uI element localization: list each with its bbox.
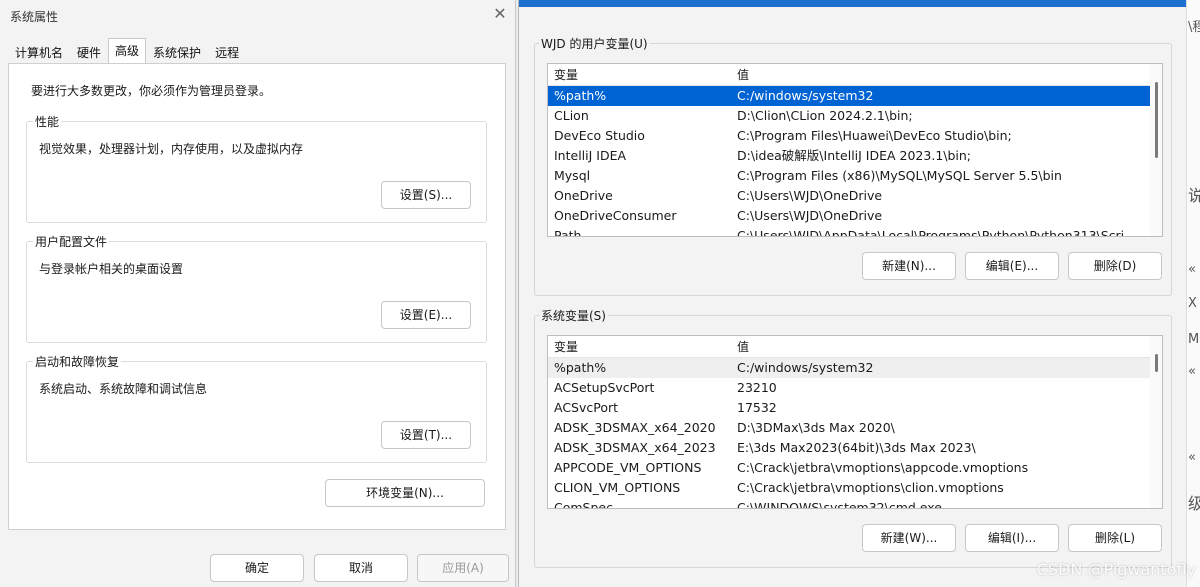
- tab-system-protection[interactable]: 系统保护: [146, 40, 208, 64]
- system-var-row[interactable]: ADSK_3DSMAX_x64_2023 E:\3ds Max2023(64bit…: [548, 438, 1162, 458]
- startup-recovery-settings-button[interactable]: 设置(T)...: [381, 421, 471, 449]
- system-new-button[interactable]: 新建(W)...: [862, 524, 956, 552]
- user-profiles-group: 用户配置文件 与登录帐户相关的桌面设置 设置(E)...: [26, 233, 487, 343]
- user-var-row[interactable]: DevEco Studio C:\Program Files\Huawei\Dev…: [548, 126, 1162, 146]
- system-variables-list[interactable]: 变量 值 %path% C:/windows/system32 ACSetupSv…: [547, 335, 1163, 509]
- system-list-scrollbar[interactable]: [1150, 336, 1162, 508]
- title-bar-accent: [519, 0, 1187, 7]
- tab-remote[interactable]: 远程: [208, 40, 246, 64]
- admin-note: 要进行大多数更改，你必须作为管理员登录。: [31, 84, 272, 98]
- system-var-row[interactable]: ComSpec C:\WINDOWS\system32\cmd.exe: [548, 498, 1162, 508]
- user-var-row[interactable]: CLion D:\Clion\CLion 2024.2.1\bin;: [548, 106, 1162, 126]
- user-var-row[interactable]: Mysql C:\Program Files (x86)\MySQL\MySQL …: [548, 166, 1162, 186]
- tab-computer-name[interactable]: 计算机名: [8, 40, 70, 64]
- col-variable-header[interactable]: 变量: [548, 64, 731, 85]
- system-var-row[interactable]: ADSK_3DSMAX_x64_2020 D:\3DMax\3ds Max 202…: [548, 418, 1162, 438]
- system-edit-button[interactable]: 编辑(I)...: [965, 524, 1059, 552]
- performance-title: 性能: [33, 113, 62, 130]
- system-var-row[interactable]: ACSvcPort 17532: [548, 398, 1162, 418]
- col-value-header[interactable]: 值: [731, 64, 1162, 85]
- performance-settings-button[interactable]: 设置(S)...: [381, 181, 471, 209]
- user-edit-button[interactable]: 编辑(E)...: [965, 252, 1059, 280]
- tab-strip: 计算机名 硬件 高级 系统保护 远程: [8, 38, 246, 64]
- system-list-header: 变量 值: [548, 336, 1162, 358]
- user-list-header: 变量 值: [548, 64, 1162, 86]
- col-value-header[interactable]: 值: [731, 336, 1162, 357]
- system-properties-dialog: 系统属性 ✕ 计算机名 硬件 高级 系统保护 远程 要进行大多数更改，你必须作为…: [0, 0, 516, 587]
- system-delete-button[interactable]: 删除(L): [1068, 524, 1162, 552]
- performance-group: 性能 视觉效果，处理器计划，内存使用，以及虚拟内存 设置(S)...: [26, 113, 487, 223]
- advanced-panel: 要进行大多数更改，你必须作为管理员登录。 性能 视觉效果，处理器计划，内存使用，…: [8, 63, 506, 530]
- user-profiles-desc: 与登录帐户相关的桌面设置: [39, 262, 184, 276]
- environment-variables-button[interactable]: 环境变量(N)...: [325, 479, 485, 507]
- user-var-row[interactable]: OneDriveConsumer C:\Users\WJD\OneDrive: [548, 206, 1162, 226]
- performance-desc: 视觉效果，处理器计划，内存使用，以及虚拟内存: [39, 142, 304, 156]
- side-fragment: «: [1188, 364, 1196, 379]
- side-fragment: «: [1188, 450, 1196, 465]
- user-profiles-title: 用户配置文件: [33, 233, 110, 250]
- startup-recovery-group: 启动和故障恢复 系统启动、系统故障和调试信息 设置(T)...: [26, 353, 487, 463]
- user-list-scroll-thumb[interactable]: [1155, 82, 1158, 158]
- system-variables-title: 系统变量(S): [539, 307, 608, 324]
- user-var-row[interactable]: %path% C:/windows/system32: [548, 86, 1162, 106]
- side-fragment: Me: [1188, 332, 1200, 347]
- cancel-button[interactable]: 取消: [314, 554, 408, 582]
- user-var-row[interactable]: OneDrive C:\Users\WJD\OneDrive: [548, 186, 1162, 206]
- side-fragment: \程: [1188, 20, 1200, 35]
- user-list-scrollbar[interactable]: [1150, 64, 1162, 236]
- side-fragment: X: [1188, 296, 1197, 311]
- system-var-row[interactable]: APPCODE_VM_OPTIONS C:\Crack\jetbra\vmopti…: [548, 458, 1162, 478]
- side-fragment: «: [1188, 262, 1196, 277]
- system-var-row[interactable]: %path% C:/windows/system32: [548, 358, 1162, 378]
- side-fragment: 级: [1188, 490, 1200, 514]
- user-profiles-settings-button[interactable]: 设置(E)...: [381, 301, 471, 329]
- system-var-row[interactable]: CLION_VM_OPTIONS C:\Crack\jetbra\vmoption…: [548, 478, 1162, 498]
- watermark: CSDN @Pigwantofly: [1036, 560, 1196, 579]
- background-window-edge: \程 说 « X Me « « 级: [1186, 0, 1200, 587]
- side-fragment: 说: [1188, 182, 1200, 206]
- dialog-title: 系统属性: [10, 10, 59, 24]
- startup-recovery-title: 启动和故障恢复: [33, 353, 122, 370]
- tab-advanced[interactable]: 高级: [108, 38, 147, 64]
- col-variable-header[interactable]: 变量: [548, 336, 731, 357]
- user-delete-button[interactable]: 删除(D): [1068, 252, 1162, 280]
- user-variables-list[interactable]: 变量 值 %path% C:/windows/system32 CLion D:\C…: [547, 63, 1163, 237]
- close-icon[interactable]: ✕: [490, 4, 510, 24]
- system-list-scroll-thumb[interactable]: [1155, 354, 1158, 372]
- user-variables-title: WJD 的用户变量(U): [539, 35, 650, 52]
- tab-hardware[interactable]: 硬件: [70, 40, 108, 64]
- user-var-row[interactable]: Path C:\Users\WJD\AppData\Local\Programs\…: [548, 226, 1162, 236]
- startup-recovery-desc: 系统启动、系统故障和调试信息: [39, 382, 208, 396]
- user-new-button[interactable]: 新建(N)...: [862, 252, 956, 280]
- apply-button[interactable]: 应用(A): [417, 554, 509, 582]
- ok-button[interactable]: 确定: [210, 554, 304, 582]
- user-var-row[interactable]: IntelliJ IDEA D:\idea破解版\IntelliJ IDEA 20…: [548, 146, 1162, 166]
- environment-variables-dialog: WJD 的用户变量(U) 变量 值 %path% C:/windows/syste…: [518, 0, 1187, 587]
- system-var-row[interactable]: ACSetupSvcPort 23210: [548, 378, 1162, 398]
